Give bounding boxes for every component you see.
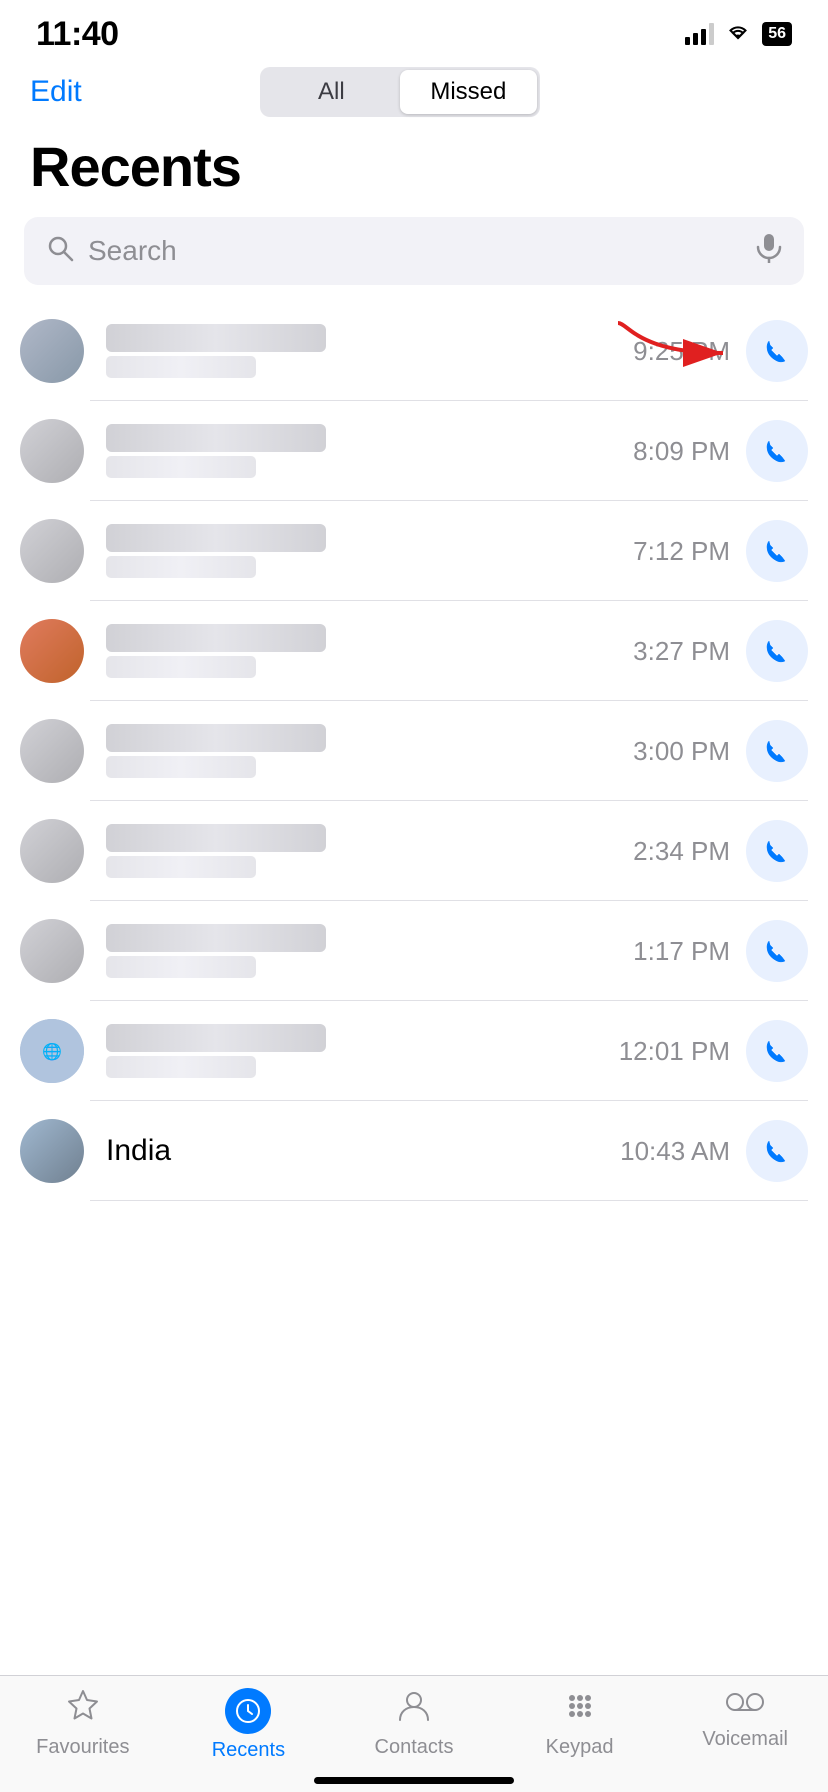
- contact-info: [106, 1024, 619, 1078]
- contact-info: India: [106, 1134, 620, 1168]
- call-action-right: 3:27 PM: [633, 620, 808, 682]
- tab-favourites-label: Favourites: [36, 1736, 129, 1759]
- battery-icon: 56: [762, 22, 792, 46]
- call-button[interactable]: [746, 420, 808, 482]
- tab-bar: Favourites Recents Contacts: [0, 1675, 828, 1792]
- voicemail-icon: [725, 1688, 765, 1723]
- call-action-right: 8:09 PM: [633, 420, 808, 482]
- edit-button[interactable]: Edit: [30, 75, 82, 109]
- call-button[interactable]: [746, 620, 808, 682]
- call-action-right: 7:12 PM: [633, 520, 808, 582]
- call-time: 3:00 PM: [633, 736, 730, 767]
- avatar: [20, 319, 84, 383]
- search-icon: [46, 234, 74, 269]
- call-time: 1:17 PM: [633, 936, 730, 967]
- call-button[interactable]: [746, 820, 808, 882]
- avatar: [20, 419, 84, 483]
- call-item: 2:34 PM: [0, 801, 828, 901]
- call-item: 3:00 PM: [0, 701, 828, 801]
- contact-name: India: [106, 1134, 171, 1167]
- contact-info: [106, 624, 633, 678]
- call-item: 3:27 PM: [0, 601, 828, 701]
- call-action-right: 2:34 PM: [633, 820, 808, 882]
- search-bar[interactable]: Search: [24, 217, 804, 285]
- clock-icon: [225, 1688, 271, 1734]
- avatar: [20, 1119, 84, 1183]
- signal-icon: [685, 23, 714, 45]
- contact-info: [106, 924, 633, 978]
- tab-favourites[interactable]: Favourites: [0, 1688, 166, 1762]
- tab-recents[interactable]: Recents: [166, 1688, 332, 1762]
- nav-bar: Edit All Missed: [0, 60, 828, 124]
- call-item: 1:17 PM: [0, 901, 828, 1001]
- call-action-right: 9:25 PM: [633, 320, 808, 382]
- call-action-right: 12:01 PM: [619, 1020, 808, 1082]
- contact-info: [106, 324, 633, 378]
- tab-voicemail[interactable]: Voicemail: [662, 1688, 828, 1762]
- contact-info: [106, 724, 633, 778]
- tab-contacts-label: Contacts: [375, 1736, 454, 1759]
- call-action-right: 1:17 PM: [633, 920, 808, 982]
- call-time: 7:12 PM: [633, 536, 730, 567]
- avatar: [20, 919, 84, 983]
- call-time: 10:43 AM: [620, 1136, 730, 1167]
- call-item: India 10:43 AM: [0, 1101, 828, 1201]
- call-button[interactable]: [746, 320, 808, 382]
- tab-keypad-label: Keypad: [546, 1736, 614, 1759]
- contact-info: [106, 824, 633, 878]
- keypad-icon: [562, 1688, 598, 1731]
- avatar: [20, 719, 84, 783]
- call-action-right: 10:43 AM: [620, 1120, 808, 1182]
- call-button[interactable]: [746, 520, 808, 582]
- avatar: [20, 819, 84, 883]
- call-item: 8:09 PM: [0, 401, 828, 501]
- call-button[interactable]: [746, 1120, 808, 1182]
- call-action-right: 3:00 PM: [633, 720, 808, 782]
- call-button[interactable]: [746, 1020, 808, 1082]
- call-time: 12:01 PM: [619, 1036, 730, 1067]
- segment-control: All Missed: [260, 67, 540, 117]
- mic-icon[interactable]: [756, 233, 782, 270]
- star-icon: [65, 1688, 101, 1731]
- call-list: 9:25 PM 8:09 PM: [0, 301, 828, 1361]
- status-bar: 11:40 56: [0, 0, 828, 60]
- call-item: 7:12 PM: [0, 501, 828, 601]
- call-button[interactable]: [746, 920, 808, 982]
- page-title: Recents: [0, 124, 828, 217]
- tab-keypad[interactable]: Keypad: [497, 1688, 663, 1762]
- tab-recents-label: Recents: [212, 1739, 285, 1762]
- tab-contacts[interactable]: Contacts: [331, 1688, 497, 1762]
- svg-text:🌐: 🌐: [42, 1042, 62, 1061]
- call-time: 8:09 PM: [633, 436, 730, 467]
- segment-all[interactable]: All: [263, 70, 400, 114]
- avatar: [20, 619, 84, 683]
- status-time: 11:40: [36, 15, 119, 54]
- home-indicator: [314, 1777, 514, 1784]
- person-icon: [396, 1688, 432, 1731]
- contact-info: [106, 424, 633, 478]
- call-time: 2:34 PM: [633, 836, 730, 867]
- segment-missed[interactable]: Missed: [400, 70, 537, 114]
- call-item: 🌐 12:01 PM: [0, 1001, 828, 1101]
- avatar: 🌐: [20, 1019, 84, 1083]
- tab-voicemail-label: Voicemail: [702, 1728, 788, 1751]
- call-time: 9:25 PM: [633, 336, 730, 367]
- avatar: [20, 519, 84, 583]
- contact-info: [106, 524, 633, 578]
- call-item: 9:25 PM: [0, 301, 828, 401]
- search-input[interactable]: Search: [88, 235, 742, 267]
- call-time: 3:27 PM: [633, 636, 730, 667]
- status-icons: 56: [685, 20, 792, 48]
- call-button[interactable]: [746, 720, 808, 782]
- wifi-icon: [724, 20, 752, 48]
